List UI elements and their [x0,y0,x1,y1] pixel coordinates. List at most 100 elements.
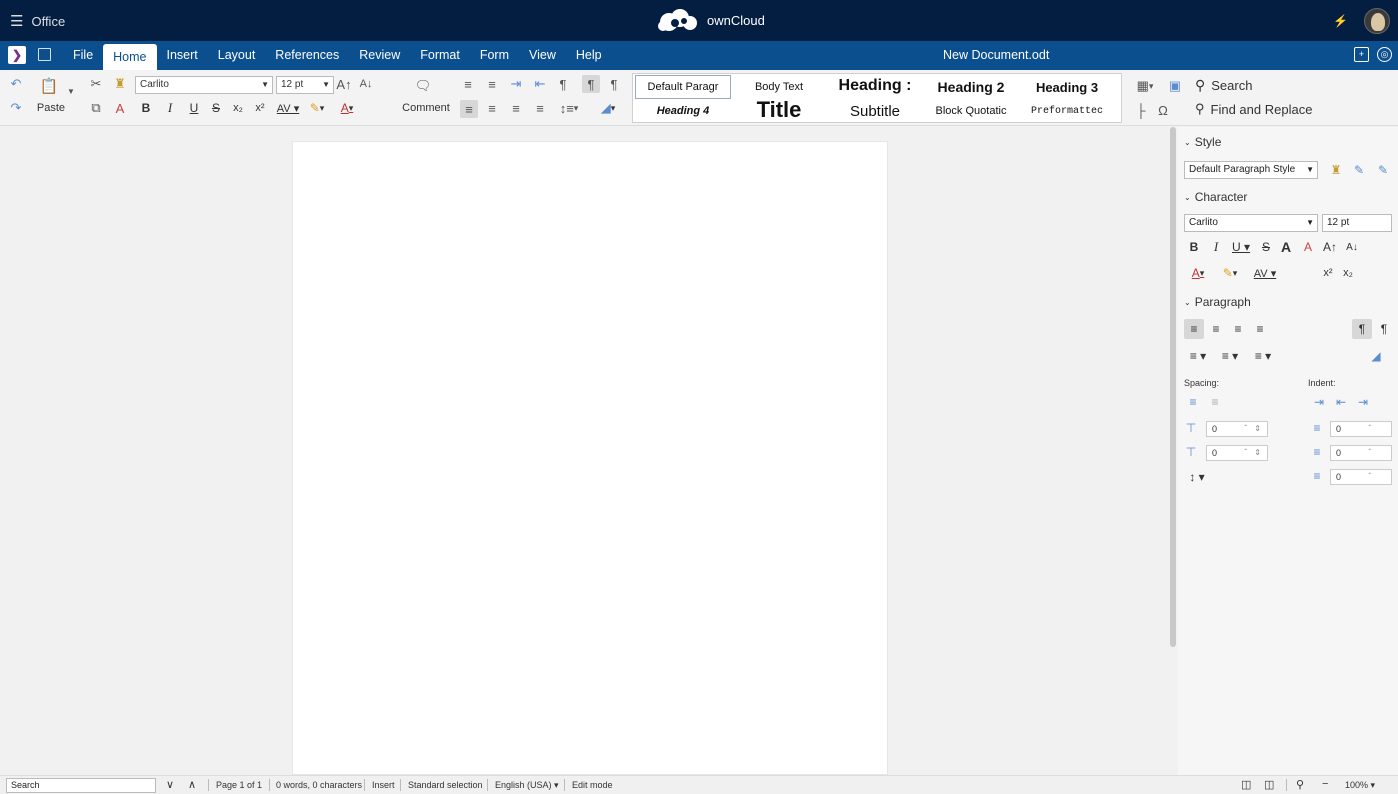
comment-icon[interactable]: 🗨 [414,78,432,94]
search-next-icon[interactable]: ∨ [166,778,174,791]
document-page[interactable] [292,141,888,775]
superscript-button[interactable]: x² [252,100,268,116]
zoom-out-icon[interactable]: − [1322,778,1328,790]
copy-icon[interactable]: ⧉ [88,100,104,116]
sidebar-numbered-list-icon[interactable]: ≡ ▾ [1216,347,1244,365]
line-spacing-icon[interactable]: ↕≡ ▾ [556,100,582,116]
clone-formatting-icon[interactable]: ♜ [112,76,128,92]
sidebar-decrease-indent-icon[interactable]: ⇤ [1332,393,1350,411]
spin-up-icon[interactable]: ˆ [1368,470,1371,484]
character-section-header[interactable]: ⌄ Character [1184,190,1247,204]
sidebar-shrink-font-icon[interactable]: A↓ [1344,238,1360,256]
status-search-input[interactable]: Search [6,778,156,793]
sidebar-subscript-button[interactable]: x₂ [1340,264,1356,282]
update-style-icon[interactable]: ♜ [1328,161,1344,179]
insert-image-icon[interactable]: ▣ [1166,77,1184,95]
subscript-button[interactable]: x₂ [230,100,246,116]
cut-icon[interactable]: ✂ [88,76,104,92]
fullscreen-icon[interactable]: + [1354,47,1369,62]
style-body-text[interactable]: Body Text [731,75,827,99]
align-center-icon[interactable]: ≡ [484,100,500,116]
user-avatar[interactable] [1364,8,1390,34]
tab-review[interactable]: Review [349,41,410,70]
sidebar-underline-button[interactable]: U ▾ [1228,238,1254,256]
below-spacing-input[interactable]: 0 ˆ ⇕ [1206,445,1268,461]
sidebar-strikethrough-button[interactable]: S [1258,238,1274,256]
style-block-quotation[interactable]: Block Quotatic [923,99,1019,123]
comment-button[interactable]: Comment [398,100,454,116]
align-right-icon[interactable]: ≡ [508,100,524,116]
decrease-spacing-icon[interactable]: ≡ [1206,393,1224,411]
new-style-icon[interactable]: ✎ [1350,161,1368,179]
above-spacing-input[interactable]: 0 ˆ ⇕ [1206,421,1268,437]
document-canvas[interactable] [0,127,1170,775]
sidebar-align-right-icon[interactable]: ≡ [1228,319,1248,339]
language-selector[interactable]: English (USA) ▾ [495,780,559,791]
insert-table-icon[interactable]: ▦ ▾ [1130,77,1160,95]
align-left-icon[interactable]: ≡ [460,100,478,118]
sidebar-rtl-icon[interactable]: ¶ [1376,319,1392,339]
decrease-indent-icon[interactable]: ⇤ [532,76,548,92]
tab-form[interactable]: Form [470,41,519,70]
formatting-marks-icon[interactable]: ¶ [556,76,570,92]
single-page-view-icon[interactable]: ◫ [1241,778,1251,791]
redo-icon[interactable]: ↷ [8,100,24,116]
spin-up-icon[interactable]: ˆ [1244,446,1247,460]
paragraph-style-combo[interactable]: Default Paragraph Style ▼ [1184,161,1318,179]
style-heading-1[interactable]: Heading : [827,74,923,98]
zoom-icon[interactable]: ⚲ [1296,778,1304,791]
after-indent-input[interactable]: 0 ˆ [1330,445,1392,461]
spin-up-icon[interactable]: ˆ [1368,422,1371,436]
style-subtitle[interactable]: Subtitle [827,99,923,123]
hanging-indent-icon[interactable]: ⇥ [1354,393,1372,411]
compass-icon[interactable]: ◎ [1377,47,1392,62]
sidebar-align-center-icon[interactable]: ≡ [1206,319,1226,339]
spin-up-icon[interactable]: ˆ [1244,422,1247,436]
style-preformatted[interactable]: Preformattec [1019,99,1115,123]
font-color-button[interactable]: A ▾ [334,100,360,116]
bold-button[interactable]: B [138,100,154,116]
tab-view[interactable]: View [519,41,566,70]
clear-formatting-icon[interactable]: A [112,100,128,116]
style-heading-3[interactable]: Heading 3 [1019,75,1115,99]
spin-icon[interactable]: ⇕ [1254,422,1261,436]
document-name[interactable]: New Document.odt [943,41,1049,70]
italic-button[interactable]: I [162,100,178,116]
sidebar-font-size-combo[interactable]: 12 pt [1322,214,1392,232]
sidebar-align-left-icon[interactable]: ≡ [1184,319,1204,339]
sidebar-ltr-icon[interactable]: ¶ [1352,319,1372,339]
clipboard-icon[interactable]: 📋 [40,76,59,96]
numbered-list-icon[interactable]: ≡ [484,76,500,92]
insert-mode[interactable]: Insert [372,780,395,790]
paste-dropdown-icon[interactable]: ▼ [66,86,76,96]
tab-references[interactable]: References [265,41,349,70]
sidebar-justify-icon[interactable]: ≡ [1250,319,1270,339]
paste-button[interactable]: Paste [36,100,66,116]
highlight-color-button[interactable]: ✎ ▾ [304,100,330,116]
paragraph-section-header[interactable]: ⌄ Paragraph [1184,295,1251,309]
save-icon[interactable] [38,48,51,61]
before-indent-input[interactable]: 0 ˆ [1330,421,1392,437]
font-name-combo[interactable]: Carlito ▼ [135,76,273,94]
style-fill-icon[interactable]: ✎ [1374,161,1392,179]
justify-icon[interactable]: ≡ [532,100,548,116]
style-section-header[interactable]: ⌄ Style [1184,135,1221,149]
special-character-icon[interactable]: Ω [1154,101,1172,119]
sidebar-highlight-button[interactable]: ✎ ▾ [1216,264,1244,282]
paragraph-background-icon[interactable]: ◢ ▾ [594,100,622,116]
tab-file[interactable]: File [63,41,103,70]
tab-layout[interactable]: Layout [208,41,266,70]
sidebar-font-color-button[interactable]: A ▾ [1184,264,1212,282]
writer-app-icon[interactable]: ❯ [8,46,26,64]
ltr-icon[interactable]: ¶ [582,75,600,93]
sidebar-italic-button[interactable]: I [1208,238,1224,256]
app-menu-button[interactable]: ☰ Office [10,12,65,30]
grow-font-icon[interactable]: A↑ [336,76,352,92]
zoom-level[interactable]: 100% ▾ [1345,780,1375,791]
vertical-scrollbar[interactable] [1170,127,1176,647]
font-size-combo[interactable]: 12 pt ▼ [276,76,334,94]
multi-page-view-icon[interactable]: ◫ [1264,778,1274,791]
tab-help[interactable]: Help [566,41,612,70]
sidebar-superscript-button[interactable]: x² [1320,264,1336,282]
search-button[interactable]: ⚲ Search [1195,77,1252,94]
